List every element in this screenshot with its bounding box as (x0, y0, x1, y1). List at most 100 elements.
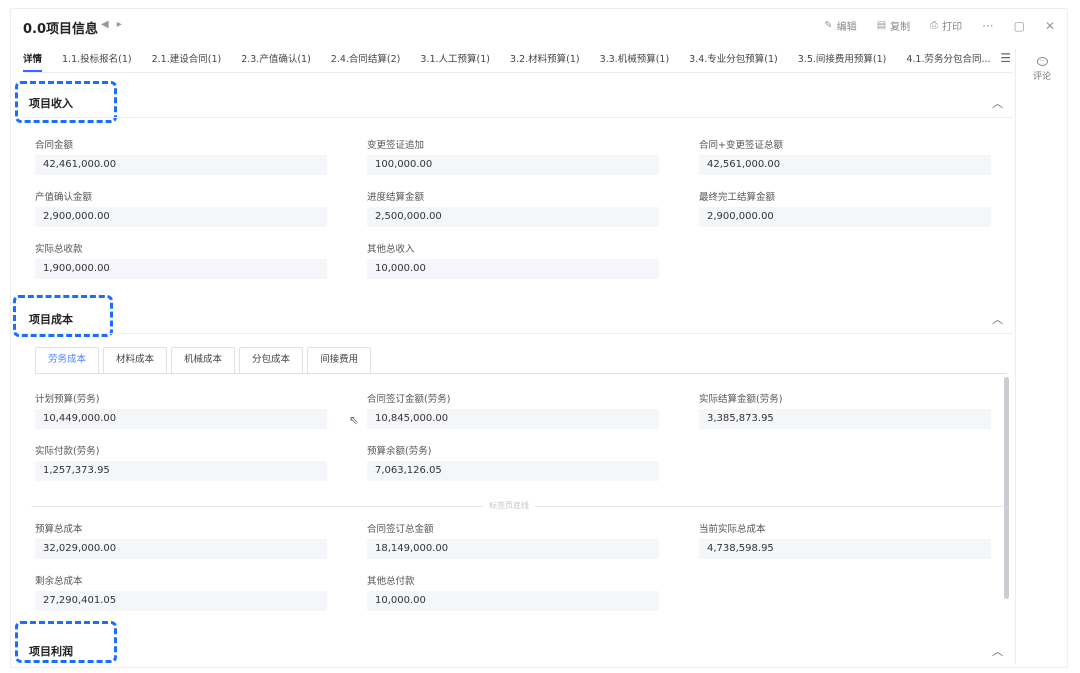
field-contract-total: 合同+变更签证总额 42,561,000.00 (699, 137, 991, 175)
subtab-underline (35, 373, 1007, 374)
field-label: 最终完工结算金额 (699, 192, 776, 203)
field-other-payment: 其他总付款 10,000.00 (367, 573, 659, 611)
subtab-machine-cost[interactable]: 机械成本 (171, 347, 236, 373)
income-section-header[interactable]: 项目收入 ︿ (23, 89, 1013, 117)
cost-subtabs: 劳务成本 材料成本 机械成本 分包成本 间接费用 (35, 347, 372, 373)
more-icon[interactable]: ··· (982, 19, 993, 33)
field-actual-receipt: 实际总收款 1,900,000.00 (35, 241, 327, 279)
field-label: 剩余总成本 (35, 576, 83, 587)
tab-bidding[interactable]: 1.1.投标报名(1) (62, 51, 132, 71)
tab-menu-icon[interactable]: ☰ (1000, 51, 1011, 65)
field-value: 42,561,000.00 (699, 155, 991, 175)
next-record-icon[interactable]: ▸ (117, 19, 122, 30)
window-header: 0.0项目信息 ◀ ▸ ✎ 编辑 ▤ 复制 ⎙ 打印 ··· ▢ ✕ (11, 9, 1067, 43)
record-nav: ◀ ▸ (101, 19, 122, 30)
field-actual-payment-labor: 实际付款(劳务) 1,257,373.95 (35, 443, 327, 481)
field-budget-total-cost: 预算总成本 32,029,000.00 (35, 521, 327, 559)
tab-subcontract-budget[interactable]: 3.4.专业分包预算(1) (689, 51, 778, 71)
subtab-indirect-cost[interactable]: 间接费用 (307, 347, 372, 373)
page-title: 0.0项目信息 (23, 22, 99, 37)
comment-button[interactable]: ··· 评论 (1033, 57, 1051, 82)
field-contract-amount: 合同金额 42,461,000.00 (35, 137, 327, 175)
print-icon: ⎙ (930, 20, 939, 31)
comment-icon: ··· (1036, 57, 1048, 66)
field-change-visa: 变更签证追加 100,000.00 (367, 137, 659, 175)
field-label: 其他总付款 (367, 576, 415, 587)
tab-indirect-budget[interactable]: 3.5.间接费用预算(1) (798, 51, 887, 71)
field-value: 18,149,000.00 (367, 539, 659, 559)
copy-label: 复制 (890, 22, 911, 33)
field-value: 10,845,000.00 (367, 409, 659, 429)
tab-construction-contract[interactable]: 2.1.建设合同(1) (152, 51, 222, 71)
comment-label: 评论 (1033, 72, 1052, 82)
prev-record-icon[interactable]: ◀ (101, 19, 109, 30)
field-label: 进度结算金额 (367, 192, 425, 203)
content-scrollbar[interactable] (1004, 377, 1009, 599)
field-label: 合同签订金额(劳务) (367, 394, 451, 405)
field-actual-settlement-labor: 实际结算金额(劳务) 3,385,873.95 (699, 391, 991, 429)
field-label: 产值确认金额 (35, 192, 93, 203)
field-budget-balance-labor: 预算余额(劳务) 7,063,126.05 (367, 443, 659, 481)
field-contract-signed-total: 合同签订总金额 18,149,000.00 (367, 521, 659, 559)
field-label: 实际结算金额(劳务) (699, 394, 783, 405)
tab-contract-settlement[interactable]: 2.4.合同结算(2) (331, 51, 401, 71)
tab-machine-budget[interactable]: 3.3.机械预算(1) (600, 51, 670, 71)
field-label: 计划预算(劳务) (35, 394, 100, 405)
cost-collapse-icon[interactable]: ︿ (992, 311, 1003, 327)
field-label: 当前实际总成本 (699, 524, 766, 535)
field-value: 42,461,000.00 (35, 155, 327, 175)
profit-section-header[interactable]: 项目利润 ︿ (23, 637, 1013, 665)
profit-highlight (15, 621, 117, 663)
close-icon[interactable]: ✕ (1045, 19, 1055, 33)
copy-button[interactable]: ▤ 复制 (877, 18, 910, 33)
field-label: 实际总收款 (35, 244, 83, 255)
field-label: 变更签证追加 (367, 140, 425, 151)
tab-material-budget[interactable]: 3.2.材料预算(1) (510, 51, 580, 71)
subtab-labor-cost[interactable]: 劳务成本 (35, 347, 100, 373)
income-collapse-icon[interactable]: ︿ (992, 95, 1003, 111)
right-rail: ··· 评论 (1015, 49, 1067, 664)
record-window: 0.0项目信息 ◀ ▸ ✎ 编辑 ▤ 复制 ⎙ 打印 ··· ▢ ✕ 详情 1.… (10, 8, 1068, 668)
profit-collapse-icon[interactable]: ︿ (992, 643, 1003, 659)
income-divider (23, 117, 1013, 118)
field-value: 2,900,000.00 (699, 207, 991, 227)
edit-label: 编辑 (836, 22, 857, 33)
field-current-actual-cost: 当前实际总成本 4,738,598.95 (699, 521, 991, 559)
cost-section-header[interactable]: 项目成本 ︿ (23, 305, 1013, 333)
mouse-cursor-icon: ⇖ (349, 413, 360, 427)
field-planned-budget-labor: 计划预算(劳务) 10,449,000.00 (35, 391, 327, 429)
print-label: 打印 (942, 22, 963, 33)
subtab-material-cost[interactable]: 材料成本 (103, 347, 168, 373)
field-value: 2,900,000.00 (35, 207, 327, 227)
tab-detail[interactable]: 详情 (23, 51, 43, 72)
print-button[interactable]: ⎙ 打印 (930, 18, 962, 33)
copy-icon: ▤ (876, 20, 887, 31)
field-value: 2,500,000.00 (367, 207, 659, 227)
field-label: 合同签订总金额 (367, 524, 434, 535)
tab-labor-budget[interactable]: 3.1.人工预算(1) (420, 51, 490, 71)
edit-button[interactable]: ✎ 编辑 (824, 18, 856, 33)
tab-separator-text: 标签页底线 (483, 500, 535, 511)
field-value: 32,029,000.00 (35, 539, 327, 559)
field-output-amount: 产值确认金额 2,900,000.00 (35, 189, 327, 227)
field-value: 3,385,873.95 (699, 409, 991, 429)
field-label: 预算总成本 (35, 524, 83, 535)
tab-output-confirm[interactable]: 2.3.产值确认(1) (241, 51, 311, 71)
cost-divider (23, 333, 1013, 334)
header-actions: ✎ 编辑 ▤ 复制 ⎙ 打印 ··· ▢ ✕ (824, 18, 1055, 34)
tab-labor-subcontract[interactable]: 4.1.劳务分包合同... (906, 51, 990, 71)
maximize-icon[interactable]: ▢ (1014, 19, 1025, 33)
subtab-subcontract-cost[interactable]: 分包成本 (239, 347, 304, 373)
field-final-settlement: 最终完工结算金额 2,900,000.00 (699, 189, 991, 227)
cost-highlight (13, 295, 113, 337)
edit-icon: ✎ (824, 20, 833, 31)
field-value: 100,000.00 (367, 155, 659, 175)
record-tabs: 详情 1.1.投标报名(1) 2.1.建设合同(1) 2.3.产值确认(1) 2… (23, 49, 1013, 73)
field-progress-settlement: 进度结算金额 2,500,000.00 (367, 189, 659, 227)
field-value: 10,000.00 (367, 259, 659, 279)
field-label: 合同+变更签证总额 (699, 140, 783, 151)
field-value: 7,063,126.05 (367, 461, 659, 481)
field-value: 1,257,373.95 (35, 461, 327, 481)
field-label: 实际付款(劳务) (35, 446, 100, 457)
field-label: 其他总收入 (367, 244, 415, 255)
